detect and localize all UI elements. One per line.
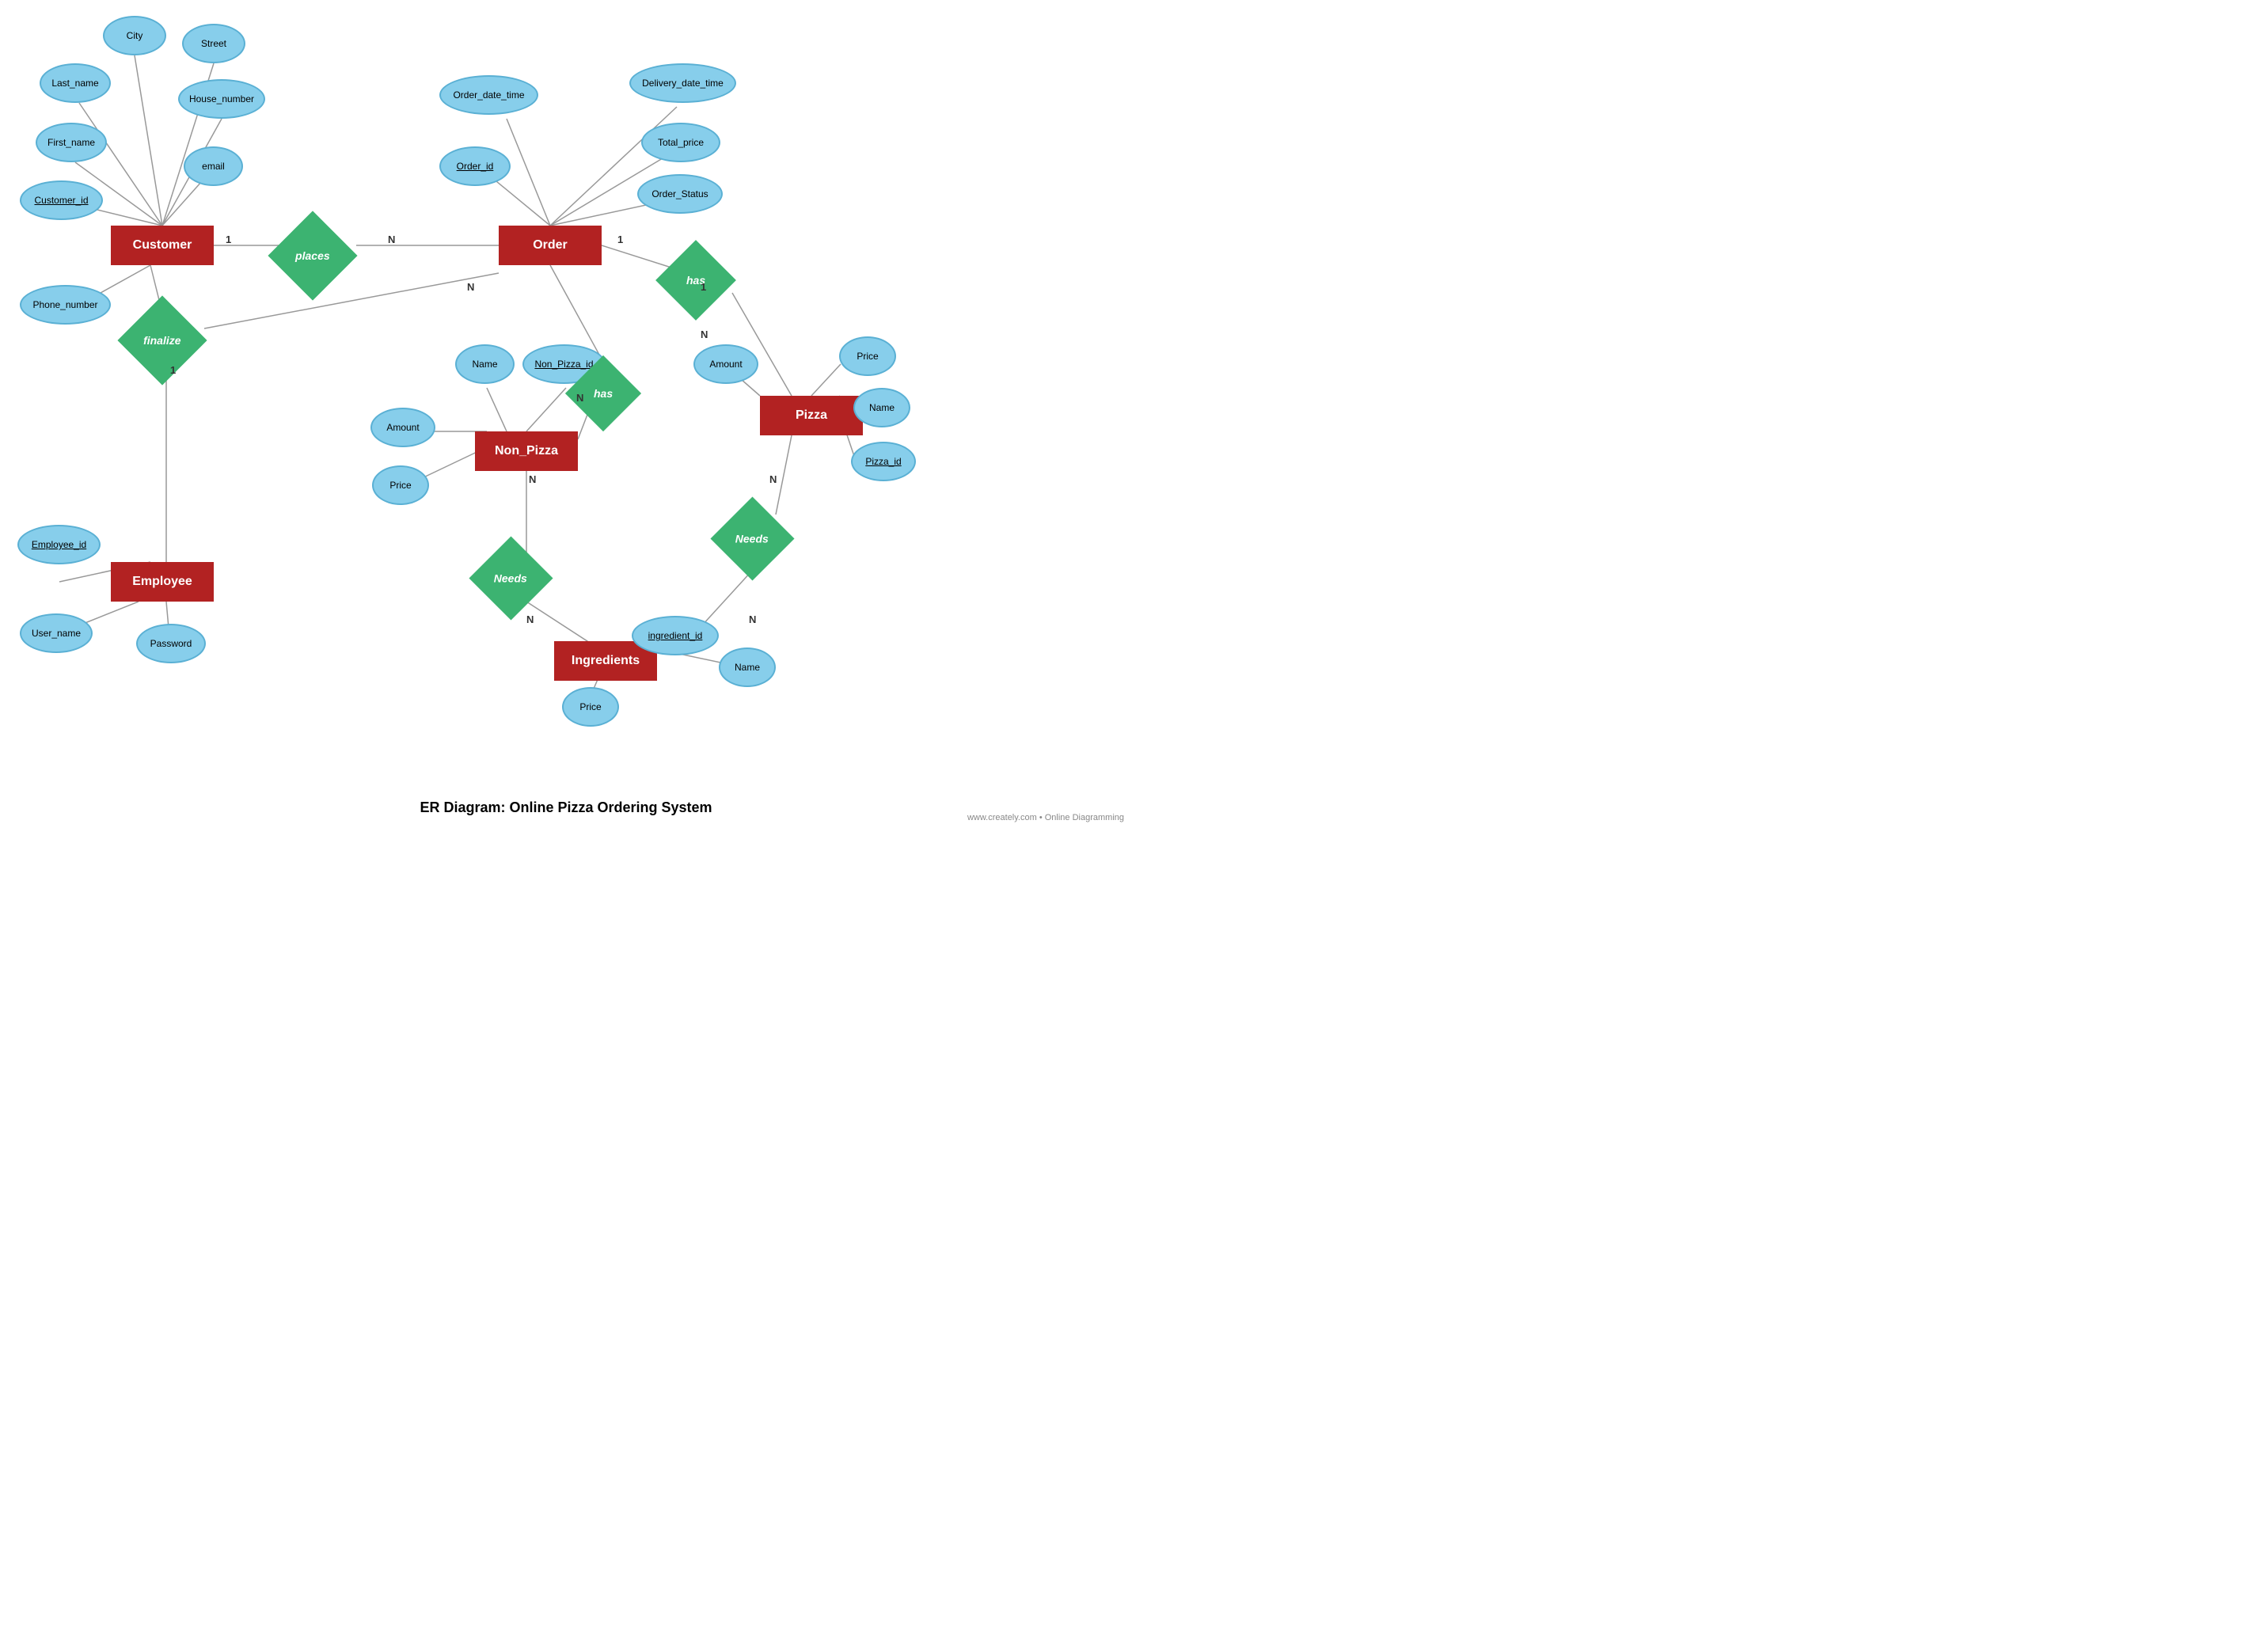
diagram-title: ER Diagram: Online Pizza Ordering System — [0, 792, 1132, 824]
entity-employee: Employee — [111, 562, 214, 602]
attr-user-name: User_name — [20, 613, 93, 653]
entity-customer: Customer — [111, 226, 214, 265]
card-needs-ing2: N — [749, 613, 756, 625]
attr-name-pizza: Name — [853, 388, 910, 427]
attr-last-name: Last_name — [40, 63, 111, 103]
attr-amount-nonpizza: Amount — [370, 408, 435, 447]
entity-pizza: Pizza — [760, 396, 863, 435]
attr-price-nonpizza: Price — [372, 465, 429, 505]
attr-total-price: Total_price — [641, 123, 720, 162]
attr-employee-id: Employee_id — [17, 525, 101, 564]
attr-order-status: Order_Status — [637, 174, 723, 214]
attr-order-date-time: Order_date_time — [439, 75, 538, 115]
entity-order: Order — [499, 226, 602, 265]
attr-price-ingredient: Price — [562, 687, 619, 727]
creately-logo: www.creately.com • Online Diagramming — [967, 813, 1124, 822]
attr-price-pizza: Price — [839, 336, 896, 376]
card-has-pizza: N — [701, 329, 708, 340]
attr-amount-pizza: Amount — [693, 344, 758, 384]
attr-first-name: First_name — [36, 123, 107, 162]
rel-places: places — [268, 211, 357, 300]
attr-email: email — [184, 146, 243, 186]
card-pizza-needs: N — [769, 473, 777, 485]
card-places-order: N — [388, 234, 395, 245]
attr-house-number: House_number — [178, 79, 265, 119]
rel-finalize: finalize — [117, 295, 207, 385]
card-customer-places: 1 — [226, 234, 231, 245]
card-order-has1: 1 — [617, 234, 623, 245]
card-order-has2: 1 — [701, 281, 706, 293]
attr-customer-id: Customer_id — [20, 180, 103, 220]
card-finalize-order: N — [467, 281, 474, 293]
card-finalize-employee: 1 — [170, 364, 176, 376]
entity-non-pizza: Non_Pizza — [475, 431, 578, 471]
rel-has-order-pizza: has — [655, 240, 736, 321]
attr-name-nonpizza: Name — [455, 344, 515, 384]
attr-name-ingredient: Name — [719, 648, 776, 687]
rel-needs-nonpizza: Needs — [469, 536, 553, 620]
card-needs-ing1: N — [526, 613, 534, 625]
attr-city: City — [103, 16, 166, 55]
attr-delivery-date-time: Delivery_date_time — [629, 63, 736, 103]
card-has-nonpizza: N — [576, 392, 583, 404]
attr-ingredient-id: ingredient_id — [632, 616, 719, 655]
attr-pizza-id: Pizza_id — [851, 442, 916, 481]
attr-order-id: Order_id — [439, 146, 511, 186]
rel-needs-pizza: Needs — [710, 496, 794, 580]
attr-password: Password — [136, 624, 206, 663]
er-diagram: Customer Order Non_Pizza Pizza Employee … — [0, 0, 1132, 792]
attr-street: Street — [182, 24, 245, 63]
card-nonpizza-needs: N — [529, 473, 536, 485]
attr-phone-number: Phone_number — [20, 285, 111, 325]
